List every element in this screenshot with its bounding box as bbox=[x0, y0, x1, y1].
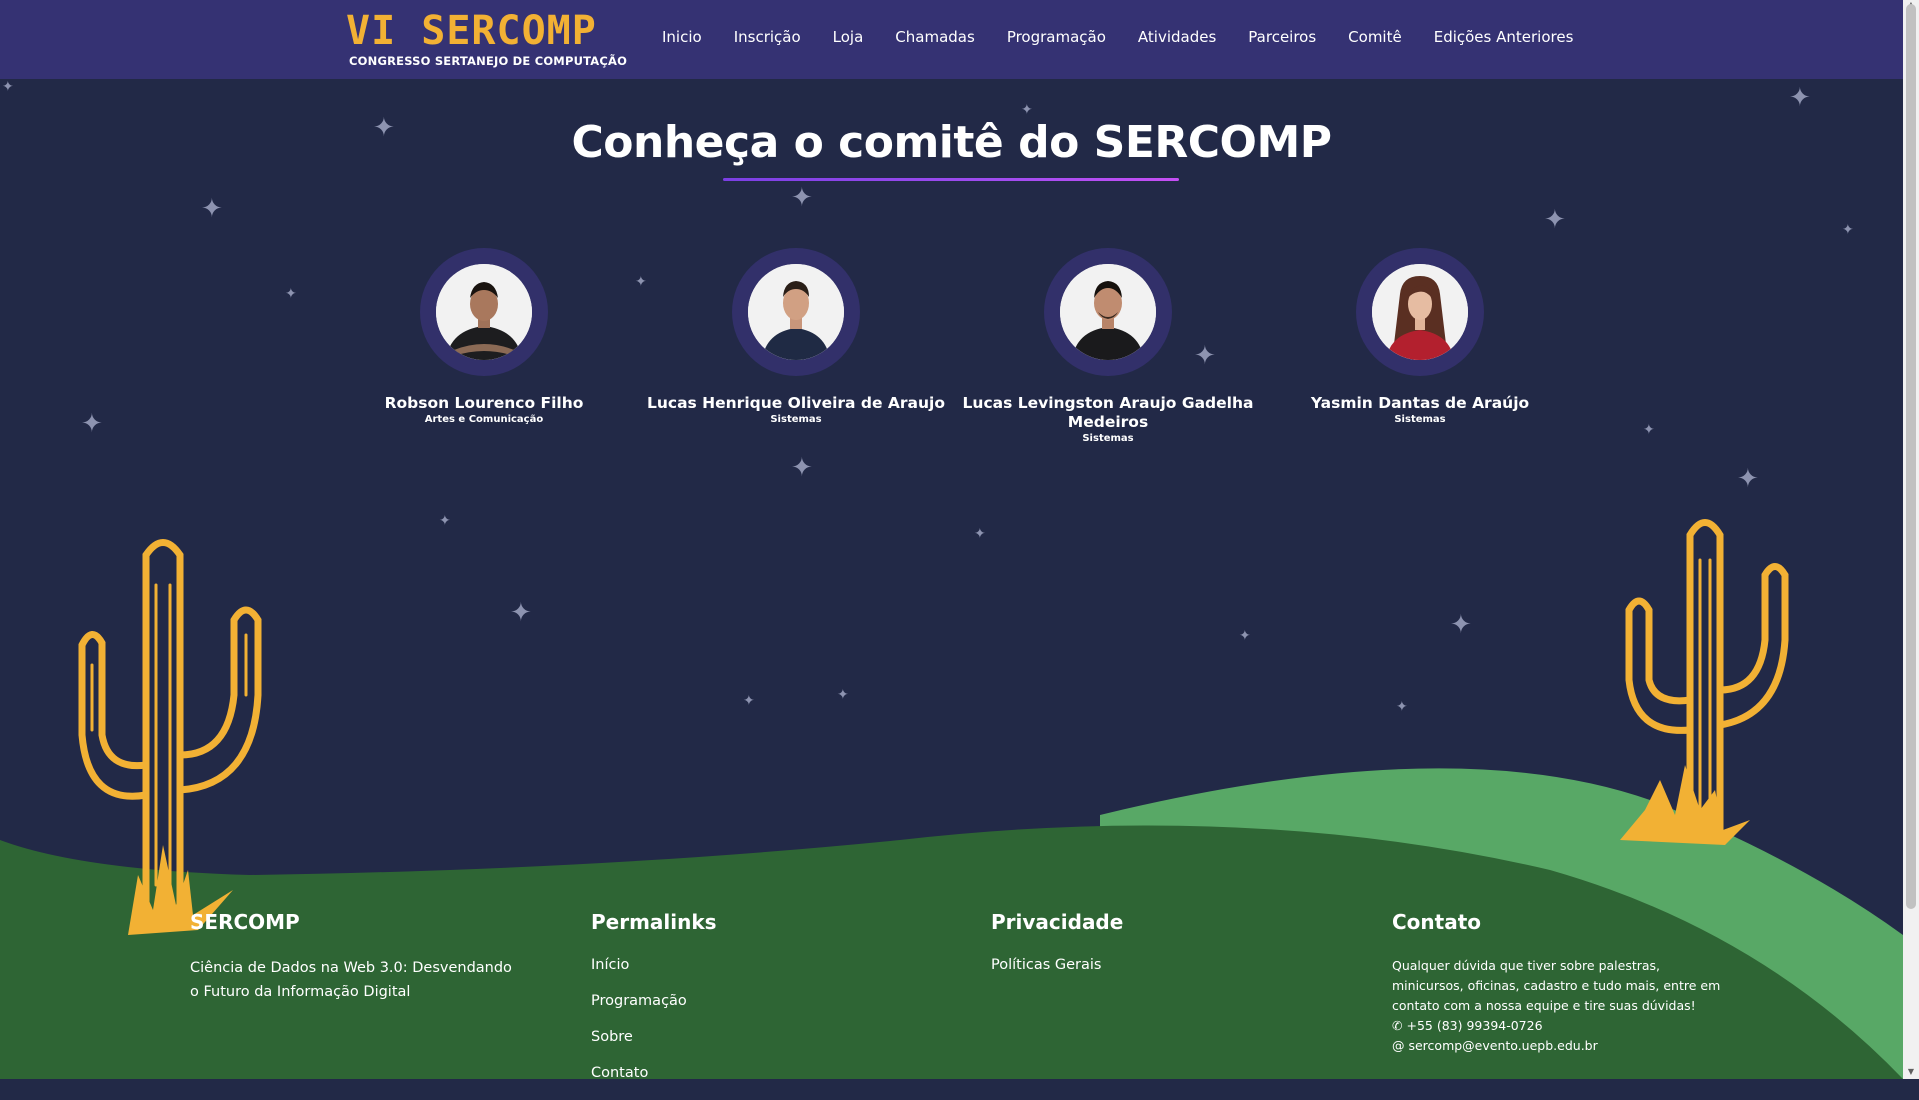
email-address: sercomp@evento.uepb.edu.br bbox=[1408, 1038, 1598, 1053]
footer-link-programacao[interactable]: Programação bbox=[591, 992, 811, 1011]
footer-contact-text: Qualquer dúvida que tiver sobre palestra… bbox=[1392, 958, 1721, 1013]
footer-contact: Contato Qualquer dúvida que tiver sobre … bbox=[1392, 910, 1722, 1056]
footer-permalinks: Permalinks Início Programação Sobre Cont… bbox=[591, 910, 811, 1100]
at-icon: @ bbox=[1392, 1038, 1405, 1053]
footer-link-inicio[interactable]: Início bbox=[591, 956, 811, 975]
page-scrollbar[interactable]: ▲ ▼ bbox=[1903, 0, 1919, 1079]
phone-number: +55 (83) 99394-0726 bbox=[1406, 1018, 1543, 1033]
footer-sercomp-text: Ciência de Dados na Web 3.0: Desvendando… bbox=[190, 960, 512, 1000]
footer-heading-contact: Contato bbox=[1392, 910, 1482, 934]
footer-link-contato[interactable]: Contato bbox=[591, 1064, 811, 1083]
cactus-icon bbox=[1620, 519, 1789, 845]
footer-contact-email[interactable]: @ sercomp@evento.uepb.edu.br bbox=[1392, 1036, 1722, 1056]
scroll-down-arrow-icon[interactable]: ▼ bbox=[1906, 1067, 1916, 1077]
footer-heading-sercomp: SERCOMP bbox=[190, 910, 300, 934]
footer-contact-phone[interactable]: ✆ +55 (83) 99394-0726 bbox=[1392, 1016, 1722, 1036]
footer-heading-privacy: Privacidade bbox=[991, 910, 1124, 934]
footer-link-politicas-gerais[interactable]: Políticas Gerais bbox=[991, 956, 1211, 975]
cactus-icon bbox=[78, 539, 262, 935]
phone-icon: ✆ bbox=[1392, 1018, 1403, 1033]
footer-sercomp: SERCOMP Ciência de Dados na Web 3.0: Des… bbox=[190, 910, 520, 1004]
scroll-thumb[interactable] bbox=[1906, 4, 1916, 909]
footer-heading-permalinks: Permalinks bbox=[591, 910, 717, 934]
footer-link-sobre[interactable]: Sobre bbox=[591, 1028, 811, 1047]
footer-privacy: Privacidade Políticas Gerais bbox=[991, 910, 1211, 992]
